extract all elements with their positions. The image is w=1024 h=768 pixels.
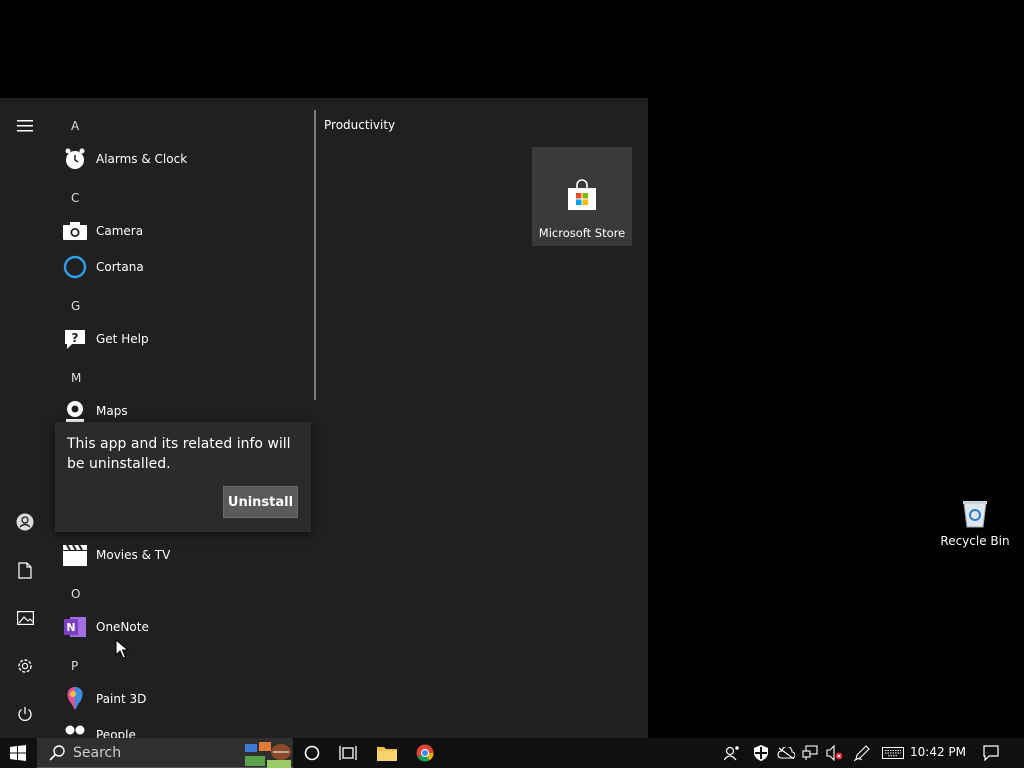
alarm-clock-icon (62, 146, 88, 172)
gear-icon (18, 659, 32, 673)
shield-icon (754, 745, 768, 761)
picture-icon (16, 611, 34, 625)
app-label: Camera (96, 224, 144, 238)
tile-label: Microsoft Store (538, 226, 626, 240)
app-label: Get Help (96, 332, 149, 346)
clapperboard-icon (62, 542, 88, 568)
start-button[interactable] (0, 738, 36, 768)
people-icon (62, 722, 88, 738)
app-label: Movies & TV (96, 548, 171, 562)
letter-header-c[interactable]: C (71, 191, 79, 205)
app-camera[interactable]: Camera (62, 213, 302, 249)
pictures-button[interactable] (0, 598, 50, 638)
svg-text:N: N (66, 621, 75, 634)
app-onenote[interactable]: N OneNote (62, 609, 302, 645)
app-label: Alarms & Clock (96, 152, 188, 166)
expand-menu-button[interactable] (0, 106, 50, 146)
taskbar: Search 10:42 PM (0, 738, 1024, 768)
camera-icon (62, 218, 88, 244)
cortana-icon (62, 254, 88, 280)
store-bag-icon (568, 179, 596, 210)
app-label: People (96, 728, 136, 738)
app-get-help[interactable]: ? Get Help (62, 321, 302, 357)
search-icon (49, 744, 65, 761)
mouse-cursor-icon (115, 639, 129, 659)
user-icon (16, 513, 34, 531)
letter-header-m[interactable]: M (71, 371, 81, 385)
account-button[interactable] (0, 502, 50, 542)
task-view-button[interactable] (334, 738, 362, 768)
letter-header-p[interactable]: P (71, 659, 78, 673)
map-pin-icon (62, 398, 88, 424)
windows-logo-icon (10, 745, 26, 761)
folder-icon (377, 747, 397, 761)
letter-header-g[interactable]: G (71, 299, 80, 313)
tile-microsoft-store[interactable]: Microsoft Store (532, 147, 632, 246)
cortana-ring-icon (304, 745, 320, 761)
cloud-offline-icon (777, 747, 795, 759)
network-icon (802, 745, 818, 760)
app-list: A Alarms & Clock C Camera Cortana G ? Ge… (50, 98, 312, 738)
pen-workspace-button[interactable] (852, 738, 872, 768)
start-menu: A Alarms & Clock C Camera Cortana G ? Ge… (0, 98, 648, 738)
app-label: Cortana (96, 260, 144, 274)
help-chat-icon: ? (62, 326, 88, 352)
app-alarms-clock[interactable]: Alarms & Clock (62, 141, 302, 177)
app-label: Maps (96, 404, 128, 418)
uninstall-button[interactable]: Uninstall (223, 486, 298, 518)
power-icon (18, 707, 32, 721)
app-label: Paint 3D (96, 692, 147, 706)
taskbar-clock[interactable]: 10:42 PM (910, 745, 966, 759)
cortana-button[interactable] (298, 738, 326, 768)
letter-header-o[interactable]: O (71, 587, 80, 601)
start-rail (0, 98, 50, 738)
network-tray-button[interactable] (800, 738, 820, 768)
app-paint-3d[interactable]: Paint 3D (62, 681, 302, 717)
app-movies-tv[interactable]: Movies & TV (62, 537, 302, 573)
paint-3d-icon (62, 686, 88, 712)
chrome-button[interactable] (410, 738, 440, 768)
tile-group-title[interactable]: Productivity (324, 118, 395, 132)
settings-button[interactable] (0, 646, 50, 686)
desktop-icon-label: Recycle Bin (940, 534, 1010, 548)
app-list-scrollbar[interactable] (314, 110, 316, 400)
touch-keyboard-button[interactable] (880, 738, 906, 768)
app-label: OneNote (96, 620, 149, 634)
uninstall-message: This app and its related info will be un… (67, 436, 291, 472)
letter-header-a[interactable]: A (71, 119, 79, 133)
keyboard-icon (882, 747, 904, 759)
uninstall-flyout: This app and its related info will be un… (55, 422, 311, 532)
onedrive-tray-button[interactable] (776, 738, 796, 768)
desktop-recycle-bin[interactable]: Recycle Bin (940, 498, 1010, 548)
recycle-bin-icon (963, 501, 987, 528)
search-placeholder: Search (73, 744, 122, 761)
security-tray-button[interactable] (752, 738, 770, 768)
search-highlight-doodle-icon (245, 742, 291, 768)
onenote-icon: N (62, 614, 88, 640)
document-icon (18, 561, 32, 579)
task-view-icon (339, 746, 357, 760)
chrome-icon (416, 744, 434, 762)
notification-icon (983, 745, 999, 761)
pen-icon (854, 745, 870, 761)
people-tray-button[interactable] (722, 738, 742, 768)
people-tray-icon (724, 746, 739, 761)
app-people[interactable]: People (62, 717, 302, 738)
volume-muted-icon (825, 745, 842, 761)
power-button[interactable] (0, 694, 50, 734)
svg-text:?: ? (72, 331, 79, 345)
hamburger-icon (17, 120, 33, 132)
documents-button[interactable] (0, 550, 50, 590)
volume-tray-button[interactable] (824, 738, 844, 768)
file-explorer-button[interactable] (372, 738, 402, 768)
action-center-button[interactable] (980, 738, 1002, 768)
search-box[interactable]: Search (37, 738, 293, 768)
app-cortana[interactable]: Cortana (62, 249, 302, 285)
